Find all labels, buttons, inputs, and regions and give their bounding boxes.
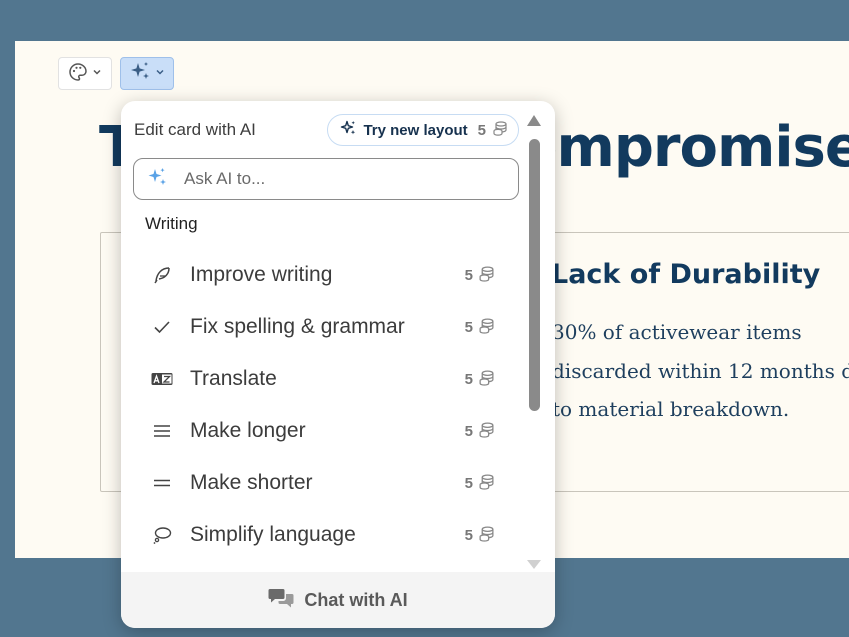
credit-cost: 5: [477, 121, 486, 139]
translate-icon: [151, 368, 173, 390]
card-body: 30% of activewear items discarded within…: [552, 313, 849, 429]
credits-icon: [492, 120, 508, 140]
credits-icon: [478, 265, 495, 286]
chat-with-ai-label: Chat with AI: [304, 589, 408, 610]
scrollbar[interactable]: [527, 115, 541, 569]
panel-header: Edit card with AI Try new layout 5: [134, 114, 519, 146]
thought-bubble-icon: [151, 524, 173, 546]
credit-cost: 5: [464, 370, 473, 388]
credit-cost-group: 5: [465, 421, 495, 442]
menu-item-improve-writing[interactable]: Improve writing 5: [137, 249, 505, 301]
menu-item-label: Improve writing: [190, 263, 333, 286]
chat-with-ai-button[interactable]: Chat with AI: [121, 572, 555, 628]
credit-cost: 5: [464, 526, 473, 544]
credits-icon: [478, 369, 495, 390]
card-body-line: discarded within 12 months du: [552, 358, 849, 383]
menu-item-label: Make shorter: [190, 471, 313, 494]
try-new-layout-label: Try new layout: [363, 121, 468, 139]
credit-cost-group: 5: [465, 473, 495, 494]
scrollbar-thumb[interactable]: [529, 139, 540, 411]
credits-icon: [478, 421, 495, 442]
menu-item-label: Translate: [190, 367, 277, 390]
credit-cost-group: 5: [465, 525, 495, 546]
credits-icon: [478, 473, 495, 494]
writing-actions-menu: Improve writing 5 Fix spelling & grammar…: [137, 249, 505, 561]
menu-item-label: Simplify language: [190, 523, 356, 546]
credit-cost: 5: [464, 474, 473, 492]
card-title: Lack of Durability: [551, 259, 821, 290]
credit-cost-group: 5: [465, 369, 495, 390]
menu-item-make-shorter[interactable]: Make shorter 5: [137, 457, 505, 509]
try-new-layout-button[interactable]: Try new layout 5: [327, 114, 519, 146]
scroll-up-arrow-icon[interactable]: [527, 115, 541, 126]
lines-two-icon: [151, 472, 173, 494]
quill-icon: [151, 264, 173, 286]
sparkles-icon: [340, 120, 357, 141]
menu-item-label: Make longer: [190, 419, 306, 442]
ask-ai-field[interactable]: [133, 158, 519, 200]
credits-icon: [478, 317, 495, 338]
credits-icon: [478, 525, 495, 546]
menu-item-make-longer[interactable]: Make longer 5: [137, 405, 505, 457]
card-body-line: to material breakdown.: [552, 397, 790, 421]
theme-button[interactable]: [58, 57, 112, 90]
menu-item-fix-spelling[interactable]: Fix spelling & grammar 5: [137, 301, 505, 353]
check-icon: [151, 316, 173, 338]
panel-title: Edit card with AI: [134, 120, 256, 139]
palette-icon: [68, 62, 88, 86]
sparkles-icon: [146, 166, 168, 192]
ai-edit-button[interactable]: [120, 57, 174, 90]
credit-cost-group: 5: [465, 317, 495, 338]
lines-three-icon: [151, 420, 173, 442]
menu-item-translate[interactable]: Translate 5: [137, 353, 505, 405]
credit-cost-group: 5: [465, 265, 495, 286]
card-body-line: 30% of activewear items: [552, 320, 802, 344]
credit-cost: 5: [464, 422, 473, 440]
slide-title-end: ompromise: [519, 115, 849, 180]
menu-item-label: Fix spelling & grammar: [190, 315, 405, 338]
credit-cost: 5: [464, 318, 473, 336]
menu-item-simplify-language[interactable]: Simplify language 5: [137, 509, 505, 561]
sparkles-icon: [129, 61, 151, 87]
chevron-down-icon: [92, 67, 102, 80]
credit-cost: 5: [464, 266, 473, 284]
ask-ai-input[interactable]: [184, 169, 484, 189]
scroll-down-arrow-icon[interactable]: [527, 560, 541, 569]
chat-bubbles-icon: [268, 587, 294, 613]
chevron-down-icon: [155, 67, 165, 80]
section-label-writing: Writing: [145, 214, 198, 233]
ai-edit-panel: Edit card with AI Try new layout 5 Writi…: [121, 101, 555, 628]
